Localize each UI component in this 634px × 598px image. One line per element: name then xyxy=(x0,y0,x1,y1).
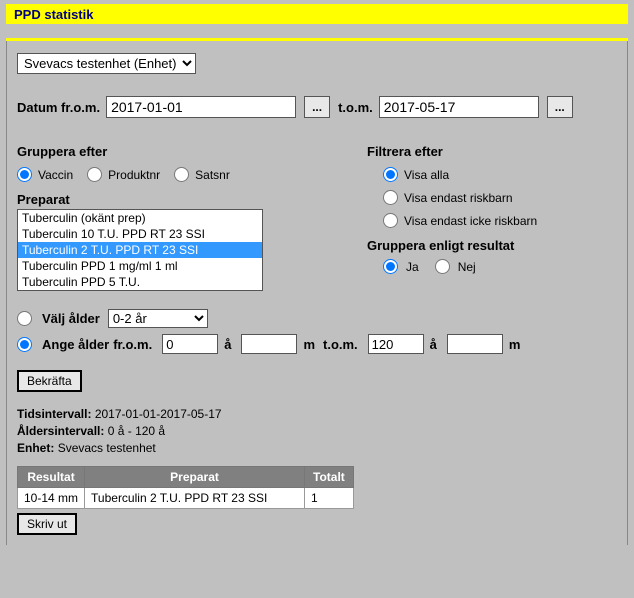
age-from-months-input[interactable] xyxy=(241,334,297,354)
table-cell: 10-14 mm xyxy=(18,488,85,509)
group-by-vaccin-radio[interactable] xyxy=(17,167,32,182)
group-by-vaccin-label: Vaccin xyxy=(38,168,73,182)
age-specify-radio[interactable] xyxy=(17,337,32,352)
age-specify-row: Ange ålder fr.o.m. å m t.o.m. å m xyxy=(17,334,617,354)
page-title: PPD statistik xyxy=(14,7,93,22)
group-column: Gruppera efter Vaccin Produktnr Satsnr P… xyxy=(17,144,317,291)
date-to-label: t.o.m. xyxy=(338,100,373,115)
filter-risk: Visa endast riskbarn xyxy=(383,190,617,205)
group-by-satsnr-label: Satsnr xyxy=(195,168,230,182)
group-by-produktnr-label: Produktnr xyxy=(108,168,160,182)
date-to-input[interactable] xyxy=(379,96,539,118)
summary-tids-label: Tidsintervall: xyxy=(17,407,91,421)
confirm-button[interactable]: Bekräfta xyxy=(17,370,82,392)
age-to-label: t.o.m. xyxy=(323,337,358,352)
preparat-listbox[interactable]: Tuberculin (okänt prep)Tuberculin 10 T.U… xyxy=(17,209,263,291)
age-to-year-unit: å xyxy=(430,337,437,352)
filter-all-radio[interactable] xyxy=(383,167,398,182)
summary-enhet: Enhet: Svevacs testenhet xyxy=(17,440,617,457)
group-result-yes-radio[interactable] xyxy=(383,259,398,274)
date-from-picker-button[interactable]: ... xyxy=(304,96,330,118)
date-from-label: Datum fr.o.m. xyxy=(17,100,100,115)
age-specify-label: Ange ålder xyxy=(42,337,109,352)
filter-heading: Filtrera efter xyxy=(367,144,617,159)
filter-column: Filtrera efter Visa alla Visa endast ris… xyxy=(367,144,617,291)
table-cell: Tuberculin 2 T.U. PPD RT 23 SSI xyxy=(85,488,305,509)
group-by-produktnr-radio[interactable] xyxy=(87,167,102,182)
summary-enhet-value: Svevacs testenhet xyxy=(58,441,156,455)
print-button[interactable]: Skriv ut xyxy=(17,513,77,535)
preparat-heading: Preparat xyxy=(17,192,317,207)
age-from-years-input[interactable] xyxy=(162,334,218,354)
summary-enhet-label: Enhet: xyxy=(17,441,54,455)
title-bar: PPD statistik xyxy=(6,4,628,24)
group-result-no-label: Nej xyxy=(458,260,476,274)
age-from-month-unit: m xyxy=(303,337,315,352)
preparat-option[interactable]: Tuberculin 10 T.U. PPD RT 23 SSI xyxy=(18,226,262,242)
age-choose-label: Välj ålder xyxy=(42,311,100,326)
filter-risk-radio[interactable] xyxy=(383,190,398,205)
filter-risk-label: Visa endast riskbarn xyxy=(404,191,513,205)
group-by-heading: Gruppera efter xyxy=(17,144,317,159)
filter-norisk: Visa endast icke riskbarn xyxy=(383,213,617,228)
group-result-heading: Gruppera enligt resultat xyxy=(367,238,617,253)
preparat-option[interactable]: Tuberculin PPD 5 T.U. xyxy=(18,274,262,290)
age-to-month-unit: m xyxy=(509,337,521,352)
age-range-select[interactable]: 0-2 år xyxy=(108,309,208,328)
summary-tids-value: 2017-01-01-2017-05-17 xyxy=(95,407,222,421)
group-result-yes-label: Ja xyxy=(406,260,419,274)
group-result-radios: Ja Nej xyxy=(383,259,617,274)
group-by-satsnr-radio[interactable] xyxy=(174,167,189,182)
filter-norisk-label: Visa endast icke riskbarn xyxy=(404,214,537,228)
filter-norisk-radio[interactable] xyxy=(383,213,398,228)
age-to-months-input[interactable] xyxy=(447,334,503,354)
age-from-label: fr.o.m. xyxy=(113,337,152,352)
age-choose-row: Välj ålder 0-2 år xyxy=(17,309,617,328)
age-choose-radio[interactable] xyxy=(17,311,32,326)
age-block: Välj ålder 0-2 år Ange ålder fr.o.m. å m… xyxy=(17,309,617,392)
table-cell: 1 xyxy=(305,488,354,509)
filter-all-label: Visa alla xyxy=(404,168,449,182)
unit-select[interactable]: Svevacs testenhet (Enhet) xyxy=(17,53,196,74)
results-header-row: Resultat Preparat Totalt xyxy=(18,467,354,488)
summary-alder: Åldersintervall: 0 å - 120 å xyxy=(17,423,617,440)
results-header-resultat: Resultat xyxy=(18,467,85,488)
preparat-option[interactable]: Tuberculin (okänt prep) xyxy=(18,210,262,226)
form-panel: Svevacs testenhet (Enhet) Datum fr.o.m. … xyxy=(6,41,628,545)
preparat-option[interactable]: Tuberculin PPD 1 mg/ml 1 ml xyxy=(18,258,262,274)
date-to-picker-button[interactable]: ... xyxy=(547,96,573,118)
summary-block: Tidsintervall: 2017-01-01-2017-05-17 Åld… xyxy=(17,406,617,456)
group-by-radios: Vaccin Produktnr Satsnr xyxy=(17,167,317,182)
filter-all: Visa alla xyxy=(383,167,617,182)
filter-options: Visa alla Visa endast riskbarn Visa enda… xyxy=(367,167,617,228)
summary-tids: Tidsintervall: 2017-01-01-2017-05-17 xyxy=(17,406,617,423)
results-header-totalt: Totalt xyxy=(305,467,354,488)
age-to-years-input[interactable] xyxy=(368,334,424,354)
summary-alder-value: 0 å - 120 å xyxy=(108,424,165,438)
age-from-year-unit: å xyxy=(224,337,231,352)
table-row: 10-14 mmTuberculin 2 T.U. PPD RT 23 SSI1 xyxy=(18,488,354,509)
group-result-no-radio[interactable] xyxy=(435,259,450,274)
results-table: Resultat Preparat Totalt 10-14 mmTubercu… xyxy=(17,466,354,509)
results-header-preparat: Preparat xyxy=(85,467,305,488)
summary-alder-label: Åldersintervall: xyxy=(17,424,104,438)
date-row: Datum fr.o.m. ... t.o.m. ... xyxy=(17,96,617,118)
options-columns: Gruppera efter Vaccin Produktnr Satsnr P… xyxy=(17,144,617,291)
unit-row: Svevacs testenhet (Enhet) xyxy=(17,53,617,74)
date-from-input[interactable] xyxy=(106,96,296,118)
app-root: PPD statistik Svevacs testenhet (Enhet) … xyxy=(0,0,634,557)
preparat-option[interactable]: Tuberculin 2 T.U. PPD RT 23 SSI xyxy=(18,242,262,258)
results-body: 10-14 mmTuberculin 2 T.U. PPD RT 23 SSI1 xyxy=(18,488,354,509)
